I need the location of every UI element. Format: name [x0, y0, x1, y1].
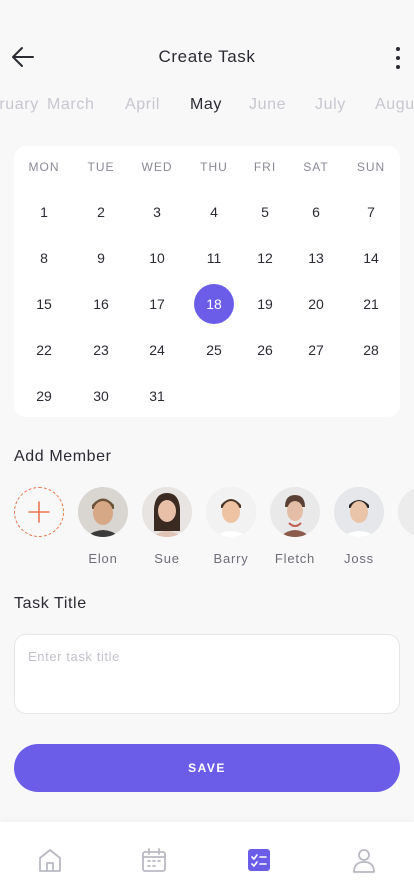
plus-icon	[28, 501, 50, 523]
calendar-icon[interactable]	[140, 846, 168, 874]
member-elon[interactable]: Elon	[75, 486, 131, 566]
calendar-day[interactable]: 27	[296, 330, 336, 370]
calendar-day[interactable]: 28	[351, 330, 391, 370]
calendar-day[interactable]: 11	[194, 238, 234, 278]
calendar-day[interactable]: 29	[24, 376, 64, 416]
weekday-label: WED	[141, 160, 173, 174]
member-sue[interactable]: Sue	[139, 486, 195, 566]
member-joss[interactable]: Joss	[331, 486, 387, 566]
calendar-day[interactable]: 22	[24, 330, 64, 370]
calendar-card: MON TUE WED THU FRI SAT SUN 1 2 3 4 5 6 7 8 9 10 11 12 13 14…	[14, 146, 400, 417]
profile-icon[interactable]	[350, 846, 378, 874]
month-june[interactable]: June	[249, 96, 286, 114]
calendar-day[interactable]: 20	[296, 284, 336, 324]
month-may[interactable]: May	[190, 96, 222, 114]
calendar-day[interactable]: 7	[351, 192, 391, 232]
bottom-tab-bar	[0, 822, 414, 896]
calendar-day[interactable]: 8	[24, 238, 64, 278]
weekday-label: SUN	[356, 160, 386, 174]
add-member-button[interactable]	[14, 487, 64, 537]
calendar-day[interactable]: 31	[137, 376, 177, 416]
task-title-input[interactable]	[14, 634, 400, 714]
calendar-day[interactable]: 3	[137, 192, 177, 232]
calendar-day[interactable]: 30	[81, 376, 121, 416]
calendar-day[interactable]: 23	[81, 330, 121, 370]
weekday-label: THU	[200, 160, 228, 174]
calendar-day[interactable]: 19	[245, 284, 285, 324]
month-february[interactable]: February	[0, 96, 39, 114]
add-member-heading: Add Member	[14, 448, 112, 465]
calendar-day[interactable]: 9	[81, 238, 121, 278]
weekday-label: FRI	[253, 160, 277, 174]
member-fletch[interactable]: Fletch	[267, 486, 323, 566]
calendar-day[interactable]: 4	[194, 192, 234, 232]
calendar-day[interactable]: 13	[296, 238, 336, 278]
calendar-day-selected[interactable]: 18	[194, 284, 234, 324]
month-april[interactable]: April	[125, 96, 160, 114]
calendar-day[interactable]: 21	[351, 284, 391, 324]
avatar	[270, 487, 320, 537]
member-barry[interactable]: Barry	[203, 486, 259, 566]
month-selector: February March April May June July Augus…	[0, 96, 414, 118]
more-options-icon[interactable]	[390, 44, 406, 72]
month-march[interactable]: March	[47, 96, 94, 114]
calendar-day[interactable]: 24	[137, 330, 177, 370]
avatar	[78, 487, 128, 537]
calendar-day[interactable]: 1	[24, 192, 64, 232]
month-july[interactable]: July	[315, 96, 346, 114]
member-list: Elon Sue Barry Fletch Joss N	[0, 486, 414, 566]
page-title: Create Task	[158, 47, 256, 66]
home-icon[interactable]	[36, 846, 64, 874]
avatar	[142, 487, 192, 537]
tasks-icon[interactable]	[245, 846, 273, 874]
calendar-day[interactable]: 25	[194, 330, 234, 370]
member-partial[interactable]: N	[395, 486, 414, 566]
calendar-day[interactable]: 16	[81, 284, 121, 324]
app-header: Create Task	[0, 0, 414, 92]
calendar-day[interactable]: 14	[351, 238, 391, 278]
weekday-label: SAT	[303, 160, 329, 174]
task-title-heading: Task Title	[14, 595, 87, 612]
avatar	[398, 487, 414, 537]
avatar	[334, 487, 384, 537]
calendar-day[interactable]: 26	[245, 330, 285, 370]
calendar-day[interactable]: 5	[245, 192, 285, 232]
month-august[interactable]: August	[375, 96, 414, 114]
calendar-day[interactable]: 6	[296, 192, 336, 232]
avatar	[206, 487, 256, 537]
weekday-label: MON	[28, 160, 60, 174]
calendar-day[interactable]: 17	[137, 284, 177, 324]
calendar-day[interactable]: 10	[137, 238, 177, 278]
calendar-day[interactable]: 12	[245, 238, 285, 278]
calendar-day[interactable]: 2	[81, 192, 121, 232]
weekday-label: TUE	[87, 160, 115, 174]
calendar-day[interactable]: 15	[24, 284, 64, 324]
save-button[interactable]: SAVE	[14, 744, 400, 792]
